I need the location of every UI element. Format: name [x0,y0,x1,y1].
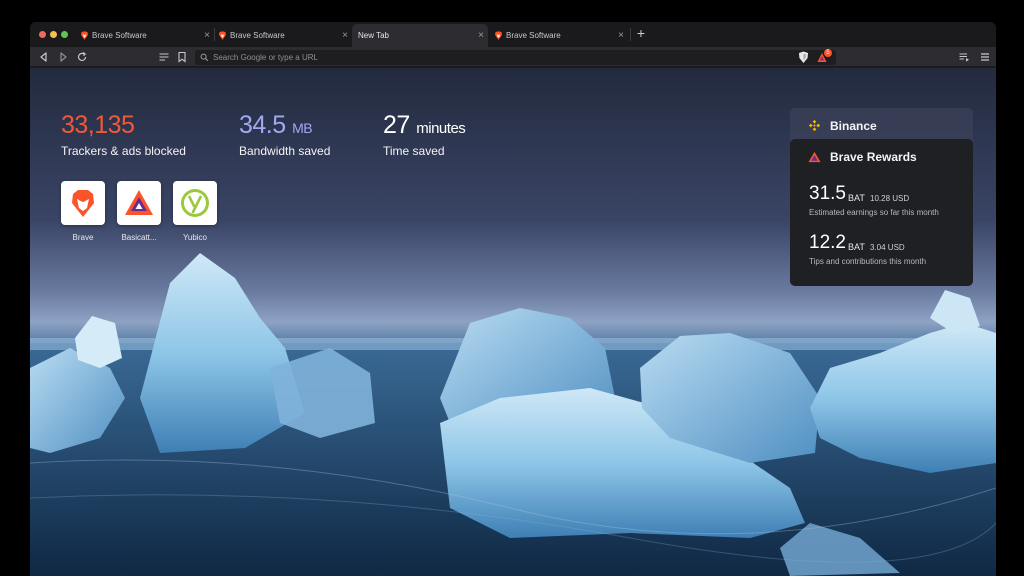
tab-divider [214,28,215,41]
time-label: Time saved [383,144,445,158]
top-site-label: Brave [72,233,94,242]
close-tab-icon[interactable]: × [204,24,210,47]
tips-usd: 3.04 USD [870,243,905,252]
forward-icon[interactable] [57,51,69,63]
minimize-window-button[interactable] [50,31,57,38]
top-site-label: Yubico [182,233,208,242]
zoom-window-button[interactable] [61,31,68,38]
search-icon [200,53,209,62]
time-value: 27 minutes [383,111,466,140]
tab-title: Brave Software [506,31,561,40]
earnings-amount: 31.5 [809,183,846,204]
trackers-count: 33,135 [61,111,135,139]
close-window-button[interactable] [39,31,46,38]
reload-icon[interactable] [76,51,88,63]
tips-amount: 12.2 [809,232,846,253]
earnings-unit: BAT [848,193,865,203]
tips-caption: Tips and contributions this month [809,257,927,266]
tab-title: Brave Software [92,31,147,40]
rewards-title: Brave Rewards [830,150,917,164]
tab-brave-software-1[interactable]: Brave Software × [78,24,214,47]
bandwidth-unit: MB [292,120,313,136]
binance-widget[interactable]: Binance [790,108,973,142]
bookmark-icon[interactable] [176,51,188,63]
menu-icon[interactable] [979,51,991,63]
top-site-label: Basicatt... [121,233,157,242]
top-site-yubico[interactable] [173,181,217,225]
tab-brave-software-3[interactable]: Brave Software × [492,24,628,47]
new-tab-button[interactable]: + [634,26,648,40]
tab-divider [630,28,631,41]
binance-icon [808,119,821,132]
tab-title: New Tab [358,31,389,40]
top-site-brave[interactable] [61,181,105,225]
browser-window: Brave Software × Brave Software × New Ta… [30,22,996,576]
tab-new-tab[interactable]: New Tab × [352,24,488,47]
tab-title: Brave Software [230,31,285,40]
bandwidth-label: Bandwidth saved [239,144,331,158]
close-tab-icon[interactable]: × [618,24,624,47]
trackers-label: Trackers & ads blocked [61,144,186,158]
bat-triangle-icon [125,190,153,215]
brave-lion-icon [219,31,226,40]
brave-rewards-widget[interactable]: Brave Rewards 31.5 BAT 10.28 USD Estimat… [790,139,973,286]
rewards-badge: 5 [824,49,832,57]
address-bar[interactable]: Search Google or type a URL 5 [195,49,836,65]
close-tab-icon[interactable]: × [478,24,484,47]
brave-shields-icon[interactable] [798,51,809,64]
reader-mode-icon[interactable] [158,51,170,63]
brave-lion-icon [81,31,88,40]
brave-lion-icon [495,31,502,40]
bandwidth-number: 34.5 [239,111,286,139]
binance-title: Binance [830,119,877,133]
yubico-icon [181,189,209,217]
time-unit: minutes [416,120,466,137]
playlist-icon[interactable] [958,51,970,63]
time-number: 27 [383,111,410,139]
new-tab-page: 33,135 Trackers & ads blocked 34.5 MB Ba… [30,68,996,576]
earnings-usd: 10.28 USD [870,194,910,203]
back-icon[interactable] [38,51,50,63]
address-bar-placeholder: Search Google or type a URL [213,53,318,62]
close-tab-icon[interactable]: × [342,24,348,47]
tab-strip: Brave Software × Brave Software × New Ta… [30,22,996,47]
top-site-basicattention[interactable] [117,181,161,225]
tips-unit: BAT [848,242,865,252]
tab-brave-software-2[interactable]: Brave Software × [216,24,352,47]
toolbar: Search Google or type a URL 5 [30,47,996,67]
brave-lion-icon [72,190,94,217]
bandwidth-value: 34.5 MB [239,111,313,140]
bat-triangle-icon [808,151,821,163]
earnings-caption: Estimated earnings so far this month [809,208,939,217]
